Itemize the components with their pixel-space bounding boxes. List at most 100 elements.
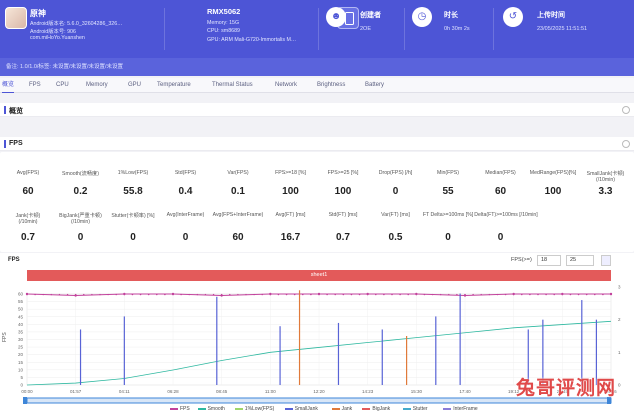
y-tick-label: 10 — [18, 367, 24, 372]
fps-point — [196, 293, 199, 296]
fps-point — [139, 293, 142, 296]
fps-point — [326, 293, 328, 296]
legend-item[interactable]: Smooth — [197, 406, 225, 412]
stat-label: Stutter(卡顿率) [%] — [111, 213, 155, 219]
y-tick-label: 55 — [18, 299, 24, 304]
x-tick-label: 12:20 — [313, 389, 325, 394]
fps-point — [375, 293, 377, 296]
tab-network[interactable]: Network — [275, 78, 297, 93]
fps-point — [245, 293, 247, 296]
fps-point — [156, 293, 158, 296]
tab-battery[interactable]: Battery — [365, 78, 384, 93]
stat-label: Var(FT) [ms] — [381, 212, 410, 218]
fps-point — [415, 293, 418, 296]
app-header: 原神 Android版本名: 5.6.0_32604286_326… Andro… — [0, 0, 634, 58]
x-tick-label: 04:11 — [119, 389, 130, 394]
fps-point — [237, 293, 239, 296]
tab-fps[interactable]: FPS — [29, 78, 41, 93]
tab-memory[interactable]: Memory — [86, 78, 108, 93]
slider-handle-left[interactable] — [23, 397, 27, 404]
fps-point — [91, 293, 93, 296]
x-tick-label: 01:57 — [70, 389, 82, 394]
device-gpu: GPU: ARM Mali-G720-Immortalis M… — [207, 37, 297, 43]
x-tick-label: 17:40 — [459, 389, 471, 394]
fps-point — [391, 293, 393, 296]
legend-item[interactable]: InterFrame — [443, 406, 478, 412]
fps-stats-panel: Avg(FPS) 60 Smooth(流畅度) 0.2 1%Low(FPS) 55.8 St… — [0, 152, 634, 252]
fps-point — [602, 293, 604, 296]
fps-point — [318, 293, 320, 296]
overview-section-header[interactable]: 概览 — [0, 103, 634, 117]
fps-point — [204, 293, 207, 296]
app-version-code: Android版本号: 906 — [30, 29, 76, 35]
stat-value: 0 — [392, 186, 399, 197]
legend-item[interactable]: Jank — [331, 406, 352, 412]
fps-point — [496, 293, 499, 296]
fps-point — [399, 293, 401, 296]
fps-point — [66, 293, 69, 296]
stat-label: FPS>=18 [%] — [275, 170, 306, 176]
fps-point — [342, 293, 345, 296]
stat-label: SmallJank(卡顿) (/10min) — [586, 171, 625, 183]
fps-section-header[interactable]: FPS — [0, 137, 634, 151]
fps-point — [456, 293, 458, 296]
fps-point — [423, 293, 426, 296]
tab-cpu[interactable]: CPU — [56, 78, 69, 93]
legend-item[interactable]: FPS — [170, 406, 190, 412]
x-tick-label: 14:23 — [362, 389, 374, 394]
fps-point — [50, 293, 53, 296]
stat-label: BigJank(严重卡顿) (/10min) — [59, 213, 102, 225]
x-tick-label: 00:00 — [21, 389, 33, 394]
right-y-tick-label: 2 — [618, 317, 621, 322]
y-tick-label: 0 — [20, 383, 23, 388]
tab-gpu[interactable]: GPU — [128, 78, 141, 93]
fps-point — [431, 293, 434, 296]
fps-point — [512, 293, 515, 296]
tab-brightness[interactable]: Brightness — [317, 78, 345, 93]
stat-label: Min(FPS) — [437, 170, 459, 176]
collapse-icon[interactable] — [622, 106, 630, 114]
stat-label: Std(FPS) — [174, 170, 197, 176]
tab-thermal-status[interactable]: Thermal Status — [212, 78, 253, 93]
notes-banner: 备注: 1.0/1.0/标签: 未设置/未设置/未设置/未设置 — [0, 58, 634, 76]
fps-point — [172, 293, 174, 296]
stat-value: 100 — [282, 186, 299, 197]
y-tick-label: 45 — [18, 314, 24, 319]
y-tick-label: 5 — [20, 375, 23, 380]
y-tick-label: 35 — [18, 329, 24, 334]
y-tick-label: 60 — [18, 292, 24, 297]
legend-item[interactable]: SmallJank — [284, 406, 318, 412]
tab-overview[interactable]: 概览 — [2, 78, 15, 93]
stat-value: 55 — [442, 186, 454, 197]
stat-value: 55.8 — [123, 186, 143, 197]
stat-value: 0 — [445, 232, 451, 243]
fps-point — [220, 293, 223, 296]
fps-point — [42, 293, 44, 296]
stat-label: Std(FT) [ms] — [328, 212, 358, 218]
fps-point — [610, 293, 612, 296]
fps-point — [488, 293, 491, 296]
stat-value: 0 — [497, 232, 504, 243]
right-y-tick-label: 1 — [618, 350, 621, 355]
app-package: com.miHoYo.Yuanshen — [30, 35, 85, 41]
right-y-tick-label: 0 — [618, 383, 621, 388]
legend-item[interactable]: 1%Low(FPS) — [234, 406, 274, 412]
duration-value: 0h 30m 2s — [444, 26, 470, 32]
fps-point — [358, 293, 361, 296]
fps-point — [261, 293, 263, 296]
overview-section-title: 概览 — [9, 108, 23, 115]
stat-label: Var(FPS) — [227, 170, 249, 176]
legend-item[interactable]: Stutter — [402, 406, 428, 412]
stat-value: 16.7 — [280, 232, 301, 243]
stat-label: Avg(FPS+InterFrame) — [212, 212, 264, 218]
stat-value: 0.4 — [178, 186, 193, 197]
collapse-icon[interactable] — [622, 140, 630, 148]
fps-point — [164, 293, 166, 296]
stat-value: 0.1 — [231, 186, 245, 197]
stat-value: 100 — [544, 186, 562, 197]
legend-item[interactable]: BigJank — [362, 406, 390, 412]
tab-temperature[interactable]: Temperature — [157, 78, 191, 93]
fps-point — [293, 293, 296, 296]
device-memory: Memory: 15G — [207, 20, 240, 26]
fps-point — [569, 293, 572, 296]
